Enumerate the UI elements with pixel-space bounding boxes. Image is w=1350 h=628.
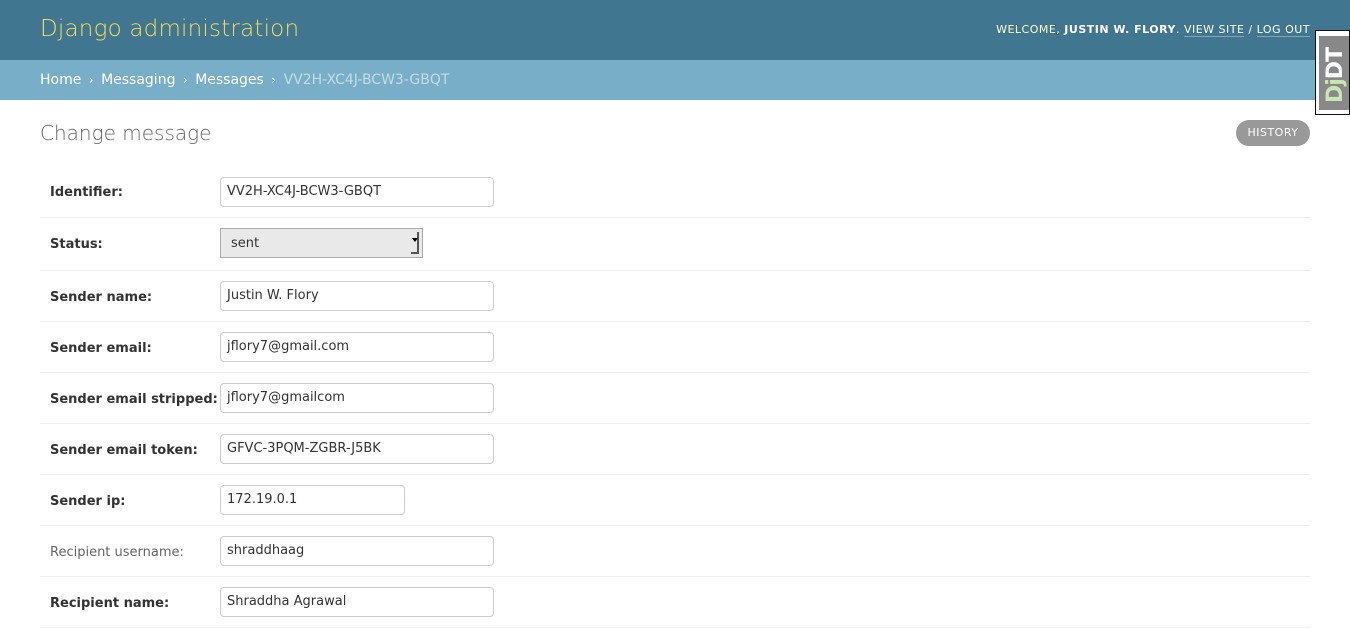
sender-email-stripped-field[interactable]: jflory7@gmailcom [220,383,494,413]
sender-email-stripped-label: Sender email stripped: [50,392,218,407]
recipient-name-field[interactable]: Shraddha Agrawal [220,587,494,617]
recipient-name-label: Recipient name: [50,596,170,611]
sender-name-label: Sender name: [50,290,153,305]
log-out-link[interactable]: Log out [1256,23,1310,37]
user-tools-separator: / [1248,23,1253,36]
form-row-sender-ip: Sender ip: 172.19.0.1 [40,475,1310,526]
page-title: Change message [40,121,212,145]
breadcrumb-home[interactable]: Home [40,72,81,88]
form-row-identifier: Identifier: VV2H-XC4J-BCW3-GBQT [40,167,1310,218]
breadcrumb-messaging[interactable]: Messaging [101,72,175,88]
form-row-recipient-name: Recipient name: Shraddha Agrawal [40,577,1310,628]
user-name: Justin W. Flory [1064,23,1176,36]
status-selected-value: sent [231,236,260,251]
form-row-recipient-username: Recipient username: shraddhaag [40,526,1310,577]
sender-email-field[interactable]: jflory7@gmail.com [220,332,494,362]
debug-toolbar-handle[interactable]: DjDT [1315,30,1350,115]
breadcrumb-separator: › [88,73,94,87]
recipient-username-label: Recipient username: [50,545,184,560]
user-tools: Welcome, Justin W. Flory. View site / Lo… [996,23,1310,37]
status-label: Status: [50,237,103,252]
breadcrumb-separator: › [271,73,277,87]
form-row-sender-email-token: Sender email token: GFVC-3PQM-ZGBR-J5BK [40,424,1310,475]
welcome-text: Welcome, [996,23,1061,36]
history-button[interactable]: History [1236,120,1310,146]
view-site-link[interactable]: View site [1183,23,1245,37]
sender-ip-label: Sender ip: [50,494,126,509]
recipient-username-field[interactable]: shraddhaag [220,536,494,566]
sender-email-token-field[interactable]: GFVC-3PQM-ZGBR-J5BK [220,434,494,464]
chevron-down-icon [411,232,419,254]
identifier-label: Identifier: [50,185,123,200]
breadcrumb-current: VV2H-XC4J-BCW3-GBQT [283,72,450,88]
header-bar: Django administration Welcome, Justin W.… [0,0,1350,60]
breadcrumb-messages[interactable]: Messages [195,72,264,88]
sender-ip-field[interactable]: 172.19.0.1 [220,485,405,515]
breadcrumb: Home › Messaging › Messages › VV2H-XC4J-… [0,60,1350,100]
djdt-dj-label: Dj [1323,79,1348,103]
sender-email-token-label: Sender email token: [50,443,198,458]
form-row-sender-email: Sender email: jflory7@gmail.com [40,322,1310,373]
form-row-sender-name: Sender name: Justin W. Flory [40,271,1310,322]
sender-email-label: Sender email: [50,341,152,356]
form-row-status: Status: sent [40,218,1310,271]
site-name[interactable]: Django administration [40,16,299,42]
breadcrumb-separator: › [182,73,188,87]
debug-toolbar-icon: DjDT [1319,36,1349,110]
status-select[interactable]: sent [220,228,423,258]
identifier-field[interactable]: VV2H-XC4J-BCW3-GBQT [220,177,494,207]
djdt-dt-label: DT [1323,47,1348,80]
sender-name-field[interactable]: Justin W. Flory [220,281,494,311]
form-row-sender-email-stripped: Sender email stripped: jflory7@gmailcom [40,373,1310,424]
